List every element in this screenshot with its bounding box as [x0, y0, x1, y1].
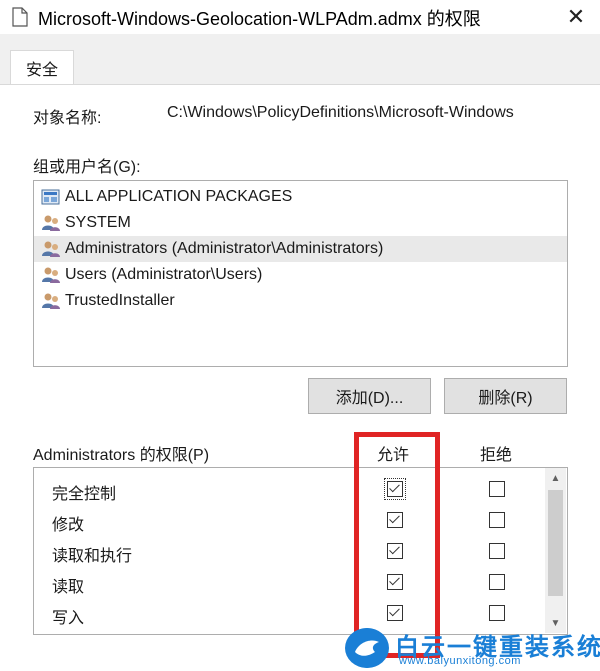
- permission-name: 读取: [52, 579, 85, 596]
- deny-checkbox[interactable]: [489, 512, 505, 528]
- object-name-label: 对象名称:: [33, 110, 102, 127]
- user-group-icon: [42, 267, 60, 283]
- list-item[interactable]: TrustedInstaller: [34, 288, 567, 314]
- permissions-scrollbar[interactable]: ▲ ▼: [545, 468, 566, 633]
- deny-checkbox[interactable]: [489, 543, 505, 559]
- bird-logo-icon: [345, 628, 389, 668]
- list-item-label: Users (Administrator\Users): [65, 266, 263, 283]
- user-group-icon: [42, 241, 60, 257]
- close-button[interactable]: ✕: [552, 0, 600, 34]
- permission-name: 完全控制: [52, 486, 117, 503]
- scroll-up-icon[interactable]: ▲: [545, 470, 566, 486]
- title-bar: Microsoft-Windows-Geolocation-WLPAdm.adm…: [0, 0, 600, 34]
- list-item-label: TrustedInstaller: [65, 292, 175, 309]
- user-group-icon: [42, 293, 60, 309]
- remove-button[interactable]: 删除(R): [444, 378, 567, 414]
- app-packages-icon: [41, 189, 60, 205]
- permission-name: 读取和执行: [52, 548, 133, 565]
- watermark-logo: 白云一键重装系统 www.baiyunxitong.com: [343, 626, 600, 671]
- deny-column-header: 拒绝: [480, 447, 513, 464]
- deny-checkbox[interactable]: [489, 574, 505, 590]
- watermark-url: www.baiyunxitong.com: [399, 655, 521, 667]
- add-button[interactable]: 添加(D)...: [308, 378, 431, 414]
- list-item-label: ALL APPLICATION PACKAGES: [65, 188, 293, 205]
- annotation-highlight-box: [354, 432, 440, 658]
- list-item[interactable]: Administrators (Administrator\Administra…: [34, 236, 567, 262]
- window-title: Microsoft-Windows-Geolocation-WLPAdm.adm…: [38, 9, 481, 29]
- list-item[interactable]: ALL APPLICATION PACKAGES: [34, 184, 567, 210]
- user-group-icon: [42, 215, 60, 231]
- permissions-list: 完全控制 修改 读取和执行 读取 写入: [33, 467, 568, 635]
- group-list-label: 组或用户名(G):: [33, 159, 141, 176]
- permissions-label: Administrators 的权限(P): [33, 447, 210, 464]
- tab-security[interactable]: 安全: [10, 50, 74, 84]
- deny-checkbox[interactable]: [489, 605, 505, 621]
- list-item[interactable]: SYSTEM: [34, 210, 567, 236]
- object-name-value: C:\Windows\PolicyDefinitions\Microsoft-W…: [167, 104, 514, 121]
- document-icon: [12, 7, 28, 27]
- close-icon: ✕: [566, 4, 586, 29]
- scroll-thumb[interactable]: [548, 490, 563, 596]
- list-item-label: SYSTEM: [65, 214, 131, 231]
- permission-name: 写入: [52, 610, 85, 627]
- list-item-label: Administrators (Administrator\Administra…: [65, 240, 384, 257]
- list-item[interactable]: Users (Administrator\Users): [34, 262, 567, 288]
- group-user-listbox[interactable]: ALL APPLICATION PACKAGES SYSTEM Administ…: [33, 180, 568, 367]
- deny-checkbox[interactable]: [489, 481, 505, 497]
- permission-name: 修改: [52, 517, 85, 534]
- tab-strip: 安全: [0, 34, 600, 84]
